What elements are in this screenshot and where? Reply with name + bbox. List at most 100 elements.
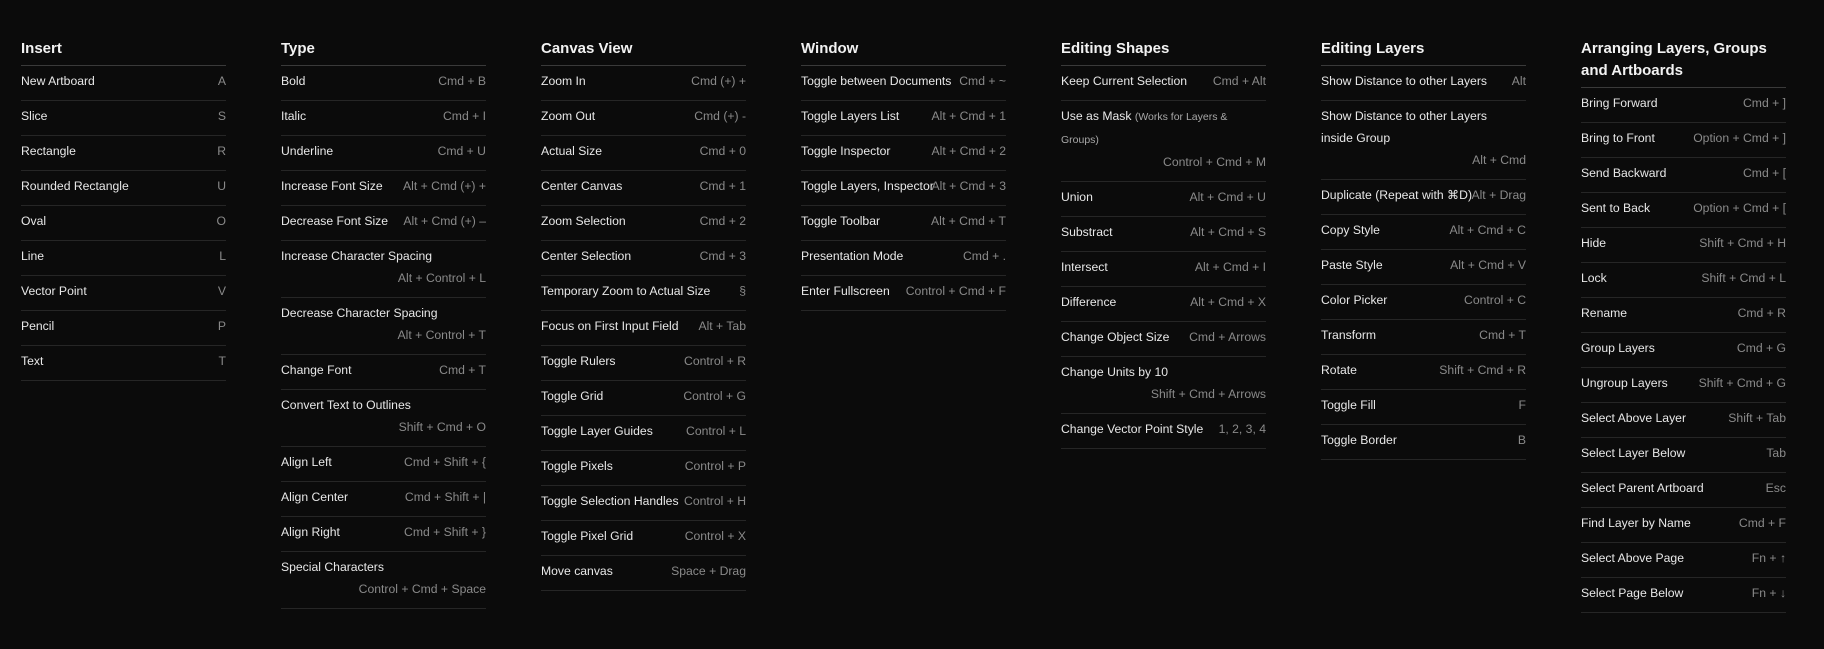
shortcut-row: Bring Forward Cmd + ] <box>1581 88 1786 123</box>
column-insert: Insert New Artboard A Slice S Rectangle R R… <box>21 38 226 381</box>
shortcut-row: Intersect Alt + Cmd + I <box>1061 252 1266 287</box>
shortcut-row: Select Page Below Fn + ↓ <box>1581 578 1786 613</box>
shortcut-label: Special Characters <box>281 560 384 574</box>
shortcut-row: Pencil P <box>21 311 226 346</box>
shortcut-label: Convert Text to Outlines <box>281 398 411 412</box>
shortcut-key: Cmd + 2 <box>699 214 746 228</box>
shortcut-key: Space + Drag <box>671 564 746 578</box>
shortcut-row: Show Distance to other Layers Alt <box>1321 66 1526 101</box>
shortcut-row: Center Canvas Cmd + 1 <box>541 171 746 206</box>
shortcut-row: Toggle Pixels Control + P <box>541 451 746 486</box>
shortcut-key: Alt + Cmd + I <box>1194 260 1266 274</box>
shortcut-key: Shift + Tab <box>1728 411 1786 425</box>
shortcut-key: 1, 2, 3, 4 <box>1218 422 1266 436</box>
shortcut-key: B <box>1517 433 1526 447</box>
shortcut-row: Oval O <box>21 206 226 241</box>
shortcut-label: Show Distance to other Layers inside Gro… <box>1321 109 1487 145</box>
shortcut-key: Cmd + G <box>1736 341 1786 355</box>
shortcut-row: Find Layer by Name Cmd + F <box>1581 508 1786 543</box>
column-arranging-layers: Arranging Layers, Groups and Artboards B… <box>1581 38 1786 613</box>
shortcut-row: Change Object Size Cmd + Arrows <box>1061 322 1266 357</box>
shortcut-row: Select Above Page Fn + ↑ <box>1581 543 1786 578</box>
shortcut-row: Center Selection Cmd + 3 <box>541 241 746 276</box>
shortcut-key: Alt + Control + L <box>397 271 486 285</box>
shortcut-row: Line L <box>21 241 226 276</box>
shortcut-key: Shift + Cmd + G <box>1698 376 1786 390</box>
shortcut-key: Cmd + Shift + | <box>404 490 486 504</box>
column-title: Arranging Layers, Groups and Artboards <box>1581 38 1786 88</box>
shortcut-key: Cmd (+) - <box>694 109 746 123</box>
column-editing-shapes: Editing Shapes Keep Current Selection Cmd… <box>1061 38 1266 449</box>
shortcut-key: Alt + Cmd + V <box>1450 258 1526 272</box>
shortcut-row: Toggle Pixel Grid Control + X <box>541 521 746 556</box>
shortcut-row: Duplicate (Repeat with ⌘D) Alt + Drag <box>1321 180 1526 215</box>
column-canvas-view: Canvas View Zoom In Cmd (+) + Zoom Out Cmd… <box>541 38 746 591</box>
shortcut-key: Alt + Cmd + X <box>1190 295 1266 309</box>
shortcut-key: Fn + ↑ <box>1751 551 1786 565</box>
shortcut-label: Temporary Zoom to Actual Size <box>541 284 711 298</box>
shortcut-key: Alt + Cmd + T <box>931 214 1006 228</box>
shortcut-row: Select Layer Below Tab <box>1581 438 1786 473</box>
shortcut-row: Toggle Selection Handles Control + H <box>541 486 746 521</box>
shortcut-label: Toggle Fill <box>1321 398 1376 412</box>
shortcut-label: Toggle Border <box>1321 433 1397 447</box>
shortcut-row: Align Left Cmd + Shift + { <box>281 447 486 482</box>
shortcut-row: Toggle Fill F <box>1321 390 1526 425</box>
shortcut-label: Text <box>21 354 44 368</box>
shortcut-label: Show Distance to other Layers <box>1321 74 1487 88</box>
shortcut-row: Toggle Rulers Control + R <box>541 346 746 381</box>
shortcut-row: New Artboard A <box>21 66 226 101</box>
shortcut-key: Cmd (+) + <box>691 74 746 88</box>
shortcut-key: Cmd + Shift + { <box>404 455 486 469</box>
shortcut-row: Select Above Layer Shift + Tab <box>1581 403 1786 438</box>
shortcut-key: Cmd + R <box>1737 306 1786 320</box>
column-title: Canvas View <box>541 38 746 66</box>
shortcut-key: Control + X <box>684 529 746 543</box>
shortcut-row: Toggle Layers List Alt + Cmd + 1 <box>801 101 1006 136</box>
shortcut-key: Cmd + 0 <box>699 144 746 158</box>
shortcut-label: Vector Point <box>21 284 87 298</box>
shortcut-row: Underline Cmd + U <box>281 136 486 171</box>
shortcut-row: Bold Cmd + B <box>281 66 486 101</box>
shortcut-key: Alt + Cmd (+) – <box>403 214 486 228</box>
shortcut-key: Cmd + T <box>439 363 486 377</box>
shortcut-key: Alt + Control + T <box>397 328 486 342</box>
shortcut-key: Cmd + B <box>438 74 486 88</box>
shortcut-row: Send Backward Cmd + [ <box>1581 158 1786 193</box>
shortcut-label: Oval <box>21 214 47 228</box>
shortcut-row: Change Font Cmd + T <box>281 355 486 390</box>
column-title: Type <box>281 38 486 66</box>
shortcut-row: Hide Shift + Cmd + H <box>1581 228 1786 263</box>
shortcut-key: Shift + Cmd + Arrows <box>1150 387 1266 401</box>
column-title: Insert <box>21 38 226 66</box>
shortcut-row: Toggle Border B <box>1321 425 1526 460</box>
shortcut-row: Zoom Out Cmd (+) - <box>541 101 746 136</box>
shortcut-row: Presentation Mode Cmd + . <box>801 241 1006 276</box>
shortcut-row: Rounded Rectangle U <box>21 171 226 206</box>
shortcut-label: Select Parent Artboard <box>1581 481 1704 495</box>
shortcut-label: Increase Character Spacing <box>281 249 433 263</box>
shortcut-key: Alt <box>1511 74 1526 88</box>
shortcut-label: Slice <box>21 109 48 123</box>
shortcut-key: Option + Cmd + [ <box>1693 201 1786 215</box>
shortcut-key: V <box>217 284 226 298</box>
shortcut-row: Show Distance to other Layers inside Gro… <box>1321 101 1526 180</box>
shortcut-row: Slice S <box>21 101 226 136</box>
shortcut-columns: Insert New Artboard A Slice S Rectangle R R… <box>0 0 1824 649</box>
shortcut-key: Cmd + 1 <box>699 179 746 193</box>
shortcut-row: Enter Fullscreen Control + Cmd + F <box>801 276 1006 311</box>
shortcut-key: Control + R <box>684 354 746 368</box>
shortcut-row: Change Units by 10 Shift + Cmd + Arrows <box>1061 357 1266 414</box>
column-type: Type Bold Cmd + B Italic Cmd + I Underline… <box>281 38 486 609</box>
shortcut-label: Line <box>21 249 45 263</box>
shortcut-row: Convert Text to Outlines Shift + Cmd + O <box>281 390 486 447</box>
shortcut-row: Select Parent Artboard Esc <box>1581 473 1786 508</box>
column-title: Editing Shapes <box>1061 38 1266 66</box>
shortcut-key: Cmd + T <box>1479 328 1526 342</box>
shortcut-row: Focus on First Input Field Alt + Tab <box>541 311 746 346</box>
shortcut-key: T <box>218 354 226 368</box>
shortcut-row: Sent to Back Option + Cmd + [ <box>1581 193 1786 228</box>
shortcut-row: Increase Font Size Alt + Cmd (+) + <box>281 171 486 206</box>
shortcut-row: Copy Style Alt + Cmd + C <box>1321 215 1526 250</box>
shortcut-row: Align Center Cmd + Shift + | <box>281 482 486 517</box>
